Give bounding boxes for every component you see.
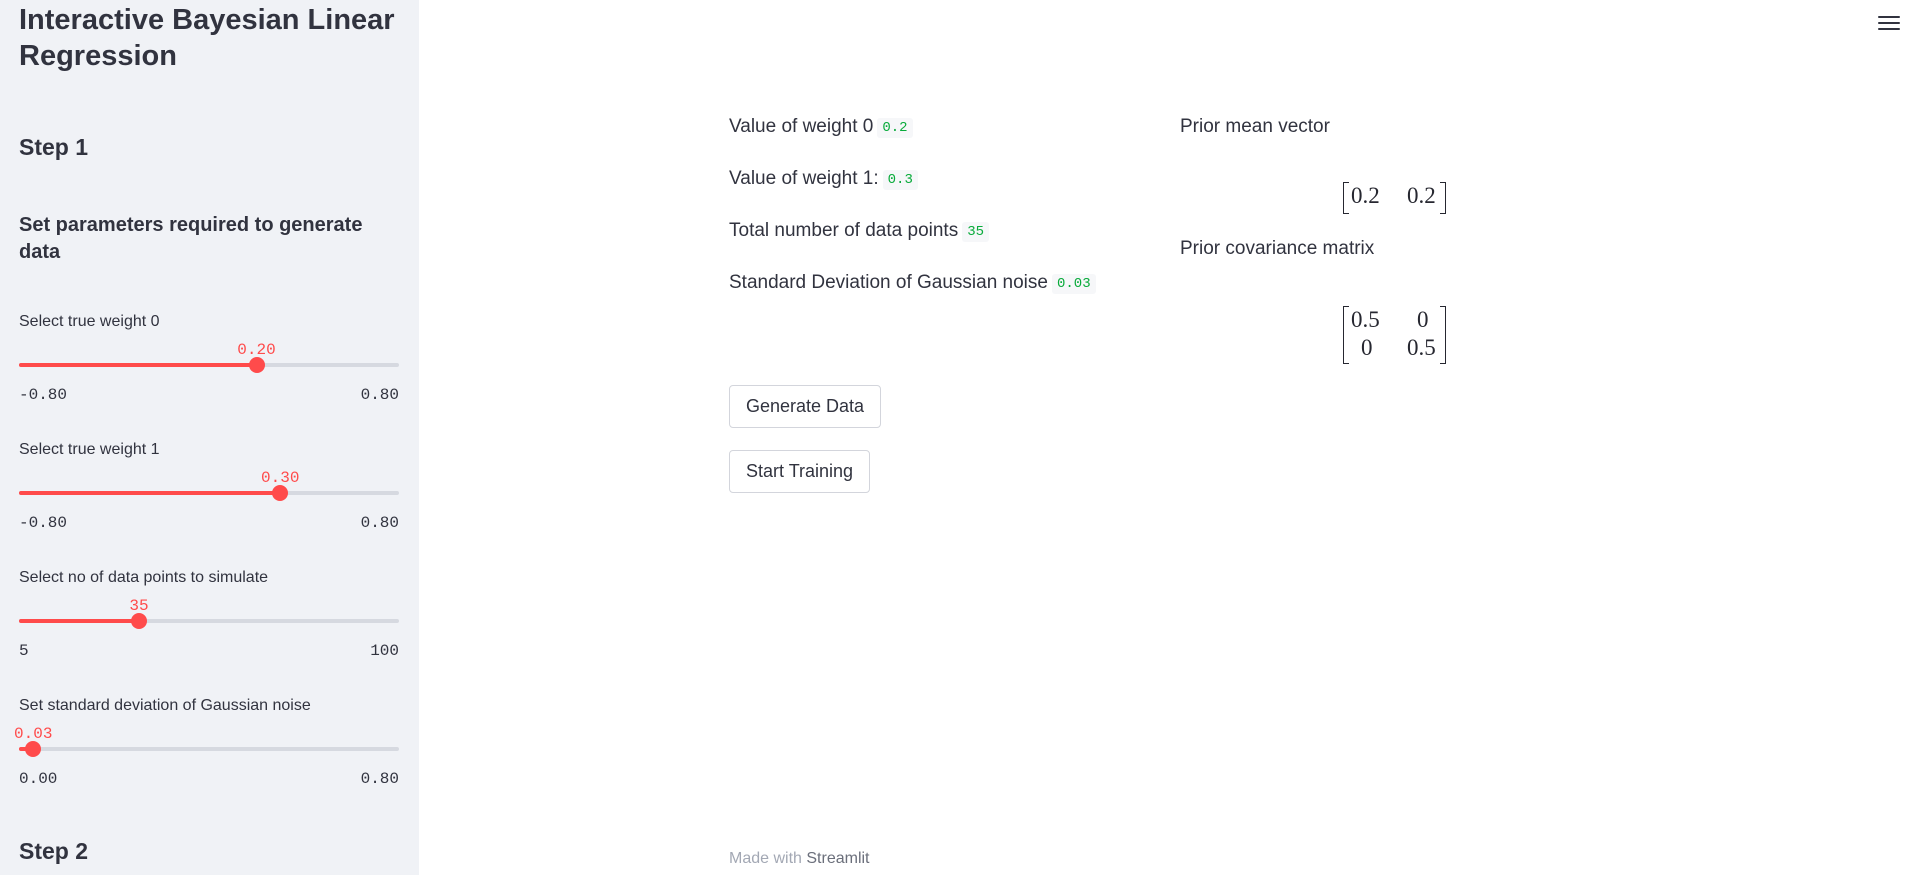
slider-thumb[interactable] bbox=[272, 485, 289, 501]
summary-value: 0.3 bbox=[882, 170, 918, 190]
summary-weight0: Value of weight 0 0.2 bbox=[729, 116, 913, 138]
weight0-slider[interactable]: Select true weight 0 0.20 -0.80 0.80 bbox=[19, 313, 399, 423]
slider-thumb[interactable] bbox=[248, 357, 265, 373]
slider-min: 5 bbox=[19, 642, 29, 660]
slider-fill bbox=[19, 363, 257, 367]
slider-label: Select true weight 1 bbox=[19, 441, 160, 458]
summary-label: Value of weight 1: bbox=[729, 168, 879, 189]
slider-track[interactable] bbox=[19, 485, 399, 501]
streamlit-link[interactable]: Streamlit bbox=[806, 850, 869, 867]
summary-noise-std: Standard Deviation of Gaussian noise 0.03 bbox=[729, 272, 1096, 294]
slider-thumb[interactable] bbox=[25, 741, 42, 757]
hamburger-menu-icon[interactable] bbox=[1878, 16, 1900, 32]
matrix-cell: 0.5 bbox=[1407, 335, 1436, 360]
slider-min: -0.80 bbox=[19, 514, 68, 532]
slider-track[interactable] bbox=[19, 741, 399, 757]
prior-cov-label: Prior covariance matrix bbox=[1180, 238, 1375, 259]
summary-label: Total number of data points bbox=[729, 220, 959, 241]
slider-min: -0.80 bbox=[19, 386, 68, 404]
summary-data-points: Total number of data points 35 bbox=[729, 220, 990, 242]
matrix-cell: 0.2 bbox=[1407, 183, 1436, 208]
step1-heading: Step 1 bbox=[19, 134, 89, 160]
summary-label: Value of weight 0 bbox=[729, 116, 874, 137]
matrix-cell: 0.5 bbox=[1351, 307, 1380, 332]
noise-std-slider[interactable]: Set standard deviation of Gaussian noise… bbox=[14, 697, 399, 807]
summary-value: 35 bbox=[962, 222, 990, 242]
bracket-left bbox=[1343, 306, 1349, 364]
matrix-cell: 0.2 bbox=[1351, 183, 1380, 208]
slider-label: Select no of data points to simulate bbox=[19, 569, 269, 586]
prior-mean-vector: 0.2 0.2 bbox=[1343, 182, 1446, 214]
app-title: Interactive Bayesian Linear Regression bbox=[19, 4, 395, 72]
start-training-button[interactable]: Start Training bbox=[729, 450, 871, 493]
slider-max: 100 bbox=[370, 642, 399, 660]
footer: Made with Streamlit bbox=[729, 850, 870, 868]
summary-label: Standard Deviation of Gaussian noise bbox=[729, 272, 1048, 293]
params-heading: Set parameters required to generate data bbox=[19, 214, 363, 263]
slider-min: 0.00 bbox=[19, 770, 58, 788]
summary-weight1: Value of weight 1: 0.3 bbox=[729, 168, 918, 190]
generate-data-button[interactable]: Generate Data bbox=[729, 385, 882, 428]
slider-thumb[interactable] bbox=[131, 613, 147, 629]
slider-max: 0.80 bbox=[360, 770, 399, 788]
prior-cov-matrix: 0.5 0 0 0.5 bbox=[1343, 306, 1446, 364]
slider-track[interactable] bbox=[19, 613, 399, 629]
footer-text: Made with bbox=[729, 850, 802, 867]
bracket-right bbox=[1440, 182, 1446, 214]
step2-heading: Step 2 bbox=[19, 838, 89, 864]
matrix-cell: 0 bbox=[1417, 307, 1429, 332]
slider-track[interactable] bbox=[19, 357, 399, 373]
weight1-slider[interactable]: Select true weight 1 0.30 -0.80 0.80 bbox=[19, 441, 399, 551]
summary-value: 0.2 bbox=[877, 118, 913, 138]
sidebar: Interactive Bayesian Linear Regression S… bbox=[0, 0, 419, 875]
slider-label: Set standard deviation of Gaussian noise bbox=[19, 697, 311, 714]
data-points-slider[interactable]: Select no of data points to simulate 35 … bbox=[19, 569, 399, 679]
slider-max: 0.80 bbox=[360, 514, 399, 532]
bracket-left bbox=[1343, 182, 1349, 214]
bracket-right bbox=[1440, 306, 1446, 364]
slider-max: 0.80 bbox=[360, 386, 399, 404]
slider-fill bbox=[19, 491, 281, 495]
matrix-cell: 0 bbox=[1361, 335, 1373, 360]
summary-value: 0.03 bbox=[1051, 274, 1096, 294]
prior-mean-label: Prior mean vector bbox=[1180, 116, 1330, 137]
slider-fill bbox=[19, 619, 139, 623]
slider-label: Select true weight 0 bbox=[19, 313, 160, 330]
